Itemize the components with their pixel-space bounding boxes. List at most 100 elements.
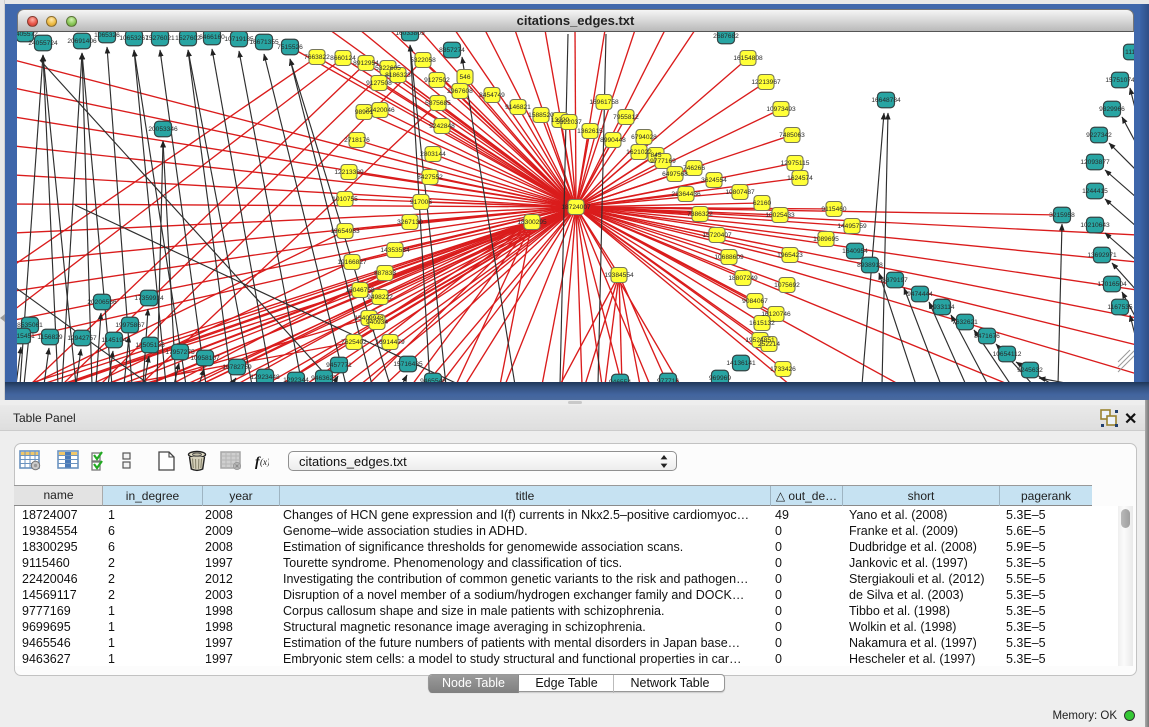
svg-text:7515526: 7515526 xyxy=(277,44,303,51)
svg-text:917006: 917006 xyxy=(410,199,432,206)
svg-text:252214: 252214 xyxy=(758,341,780,348)
svg-text:1075692: 1075692 xyxy=(774,282,800,289)
svg-text:5875685: 5875685 xyxy=(425,100,451,107)
svg-text:10688609: 10688609 xyxy=(714,254,744,261)
svg-text:969969: 969969 xyxy=(709,375,731,382)
svg-text:9498222: 9498222 xyxy=(367,294,393,301)
svg-text:19975867: 19975867 xyxy=(115,322,145,329)
svg-text:16154808: 16154808 xyxy=(733,55,763,62)
svg-text:8471676: 8471676 xyxy=(974,333,1000,340)
svg-text:1527602: 1527602 xyxy=(175,35,201,42)
svg-text:1615132: 1615132 xyxy=(749,320,775,327)
svg-text:14353584: 14353584 xyxy=(380,247,410,254)
svg-text:1089695: 1089695 xyxy=(813,236,839,243)
svg-text:20053346: 20053346 xyxy=(148,126,178,133)
svg-text:8938918: 8938918 xyxy=(857,262,883,269)
svg-text:2687682: 2687682 xyxy=(713,33,739,40)
svg-text:7632621: 7632621 xyxy=(952,319,978,326)
svg-text:3915451: 3915451 xyxy=(17,333,35,340)
svg-text:940934: 940934 xyxy=(366,319,388,326)
svg-text:17359914: 17359914 xyxy=(134,295,164,302)
svg-text:16961758: 16961758 xyxy=(589,99,619,106)
svg-text:1362615: 1362615 xyxy=(577,128,603,135)
svg-text:16782759: 16782759 xyxy=(222,364,252,371)
svg-text:16671355: 16671355 xyxy=(249,39,279,46)
svg-text:12213967: 12213967 xyxy=(751,79,781,86)
svg-text:5322605: 5322605 xyxy=(375,65,401,72)
svg-text:7625402: 7625402 xyxy=(341,339,367,346)
svg-text:9329966: 9329966 xyxy=(1099,106,1125,113)
svg-text:977716: 977716 xyxy=(657,378,679,382)
svg-text:8454749: 8454749 xyxy=(479,92,505,99)
svg-text:10210643: 10210643 xyxy=(1080,222,1110,229)
svg-text:8990448: 8990448 xyxy=(600,137,626,144)
svg-text:16046758: 16046758 xyxy=(345,287,375,294)
svg-text:1733426: 1733426 xyxy=(770,366,796,373)
svg-text:3267130: 3267130 xyxy=(397,219,423,226)
svg-text:21364436: 21364436 xyxy=(671,191,701,198)
svg-text:24055724: 24055724 xyxy=(28,40,58,47)
svg-text:18724007: 18724007 xyxy=(561,204,591,211)
svg-text:8357274: 8357274 xyxy=(439,47,465,54)
svg-text:10973493: 10973493 xyxy=(766,106,796,113)
svg-text:1112: 1112 xyxy=(1125,49,1134,56)
svg-text:12505135: 12505135 xyxy=(135,342,165,349)
svg-text:(x): (x) xyxy=(260,457,269,467)
svg-text:22420046: 22420046 xyxy=(365,107,395,114)
svg-text:6497568: 6497568 xyxy=(662,171,688,178)
svg-text:19654983: 19654983 xyxy=(330,228,360,235)
svg-text:10025433: 10025433 xyxy=(765,212,795,219)
svg-text:14495759: 14495759 xyxy=(837,223,867,230)
svg-text:16914479: 16914479 xyxy=(375,339,405,346)
svg-text:9777169: 9777169 xyxy=(650,158,676,165)
svg-text:1156829: 1156829 xyxy=(37,334,63,341)
svg-text:887833: 887833 xyxy=(374,270,396,277)
svg-text:15276021: 15276021 xyxy=(145,35,175,42)
svg-text:7663822: 7663822 xyxy=(304,54,330,61)
svg-text:5322058: 5322058 xyxy=(410,57,436,64)
svg-text:1965423: 1965423 xyxy=(777,252,803,259)
svg-text:746266: 746266 xyxy=(683,165,705,172)
svg-text:8186323: 8186323 xyxy=(385,72,411,79)
svg-text:9465546: 9465546 xyxy=(420,378,446,382)
svg-text:8427552: 8427552 xyxy=(417,174,443,181)
svg-text:19166827: 19166827 xyxy=(337,259,367,266)
svg-text:10807487: 10807487 xyxy=(725,189,755,196)
svg-text:2405572: 2405572 xyxy=(17,32,38,38)
svg-text:546: 546 xyxy=(459,74,470,81)
svg-text:9146821: 9146821 xyxy=(505,104,531,111)
svg-text:20206556: 20206556 xyxy=(87,299,117,306)
svg-text:6466160: 6466160 xyxy=(199,34,225,41)
svg-text:1621022: 1621022 xyxy=(626,149,652,156)
svg-text:1065326: 1065326 xyxy=(94,32,120,39)
svg-text:15716485: 15716485 xyxy=(393,361,423,368)
svg-text:12975115: 12975115 xyxy=(781,160,810,167)
svg-text:16120746: 16120746 xyxy=(761,311,791,318)
svg-text:1010755: 1010755 xyxy=(332,196,358,203)
svg-text:3624554: 3624554 xyxy=(701,177,727,184)
svg-text:1145194: 1145194 xyxy=(101,337,127,344)
svg-text:9474444: 9474444 xyxy=(907,291,933,298)
svg-text:7485063: 7485063 xyxy=(779,132,805,139)
svg-text:10958107: 10958107 xyxy=(190,355,220,362)
svg-text:19384554: 19384554 xyxy=(604,272,634,279)
svg-text:1640954: 1640954 xyxy=(842,248,868,255)
svg-text:8535061: 8535061 xyxy=(17,322,43,329)
svg-text:9084067: 9084067 xyxy=(742,298,768,305)
svg-text:12093877: 12093877 xyxy=(1080,159,1110,166)
svg-text:62160: 62160 xyxy=(753,200,772,207)
svg-text:9457771: 9457771 xyxy=(326,362,352,369)
svg-text:9127502: 9127502 xyxy=(424,77,450,84)
svg-text:7955812: 7955812 xyxy=(613,114,639,121)
svg-text:18300295: 18300295 xyxy=(517,219,547,226)
svg-text:17016504: 17016504 xyxy=(1097,281,1127,288)
svg-text:2967608: 2967608 xyxy=(447,88,473,95)
svg-text:3215958: 3215958 xyxy=(1049,212,1075,219)
svg-text:1292344: 1292344 xyxy=(283,377,309,382)
svg-text:10654112: 10654112 xyxy=(993,351,1022,358)
svg-text:9115460: 9115460 xyxy=(821,206,847,213)
svg-text:9127508: 9127508 xyxy=(366,80,392,87)
svg-text:9242848: 9242848 xyxy=(429,123,455,130)
svg-text:9245632: 9245632 xyxy=(1017,367,1043,374)
svg-text:1244415: 1244415 xyxy=(1082,188,1108,195)
